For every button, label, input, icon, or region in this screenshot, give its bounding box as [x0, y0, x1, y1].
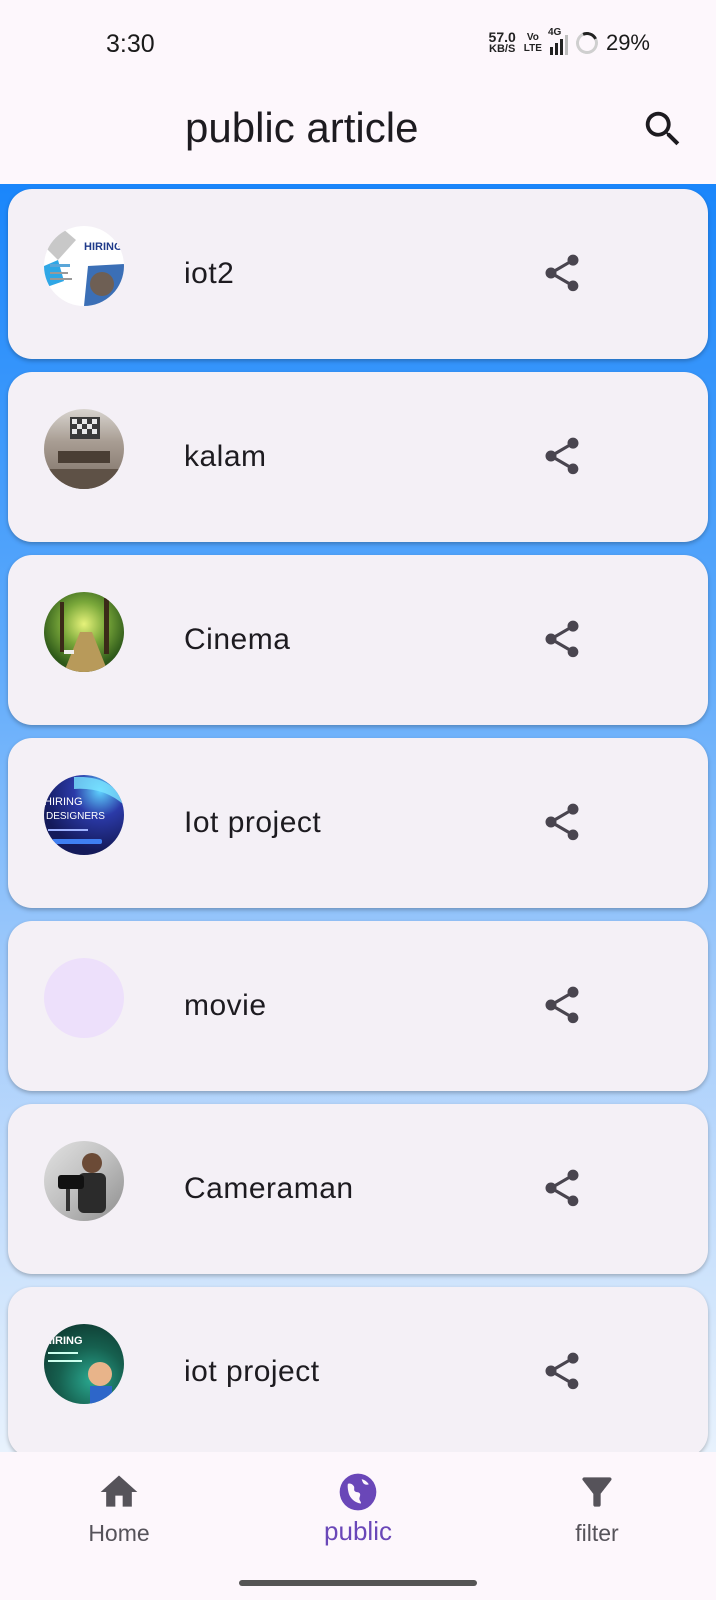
hiring-designers-poster: HIRING DESIGNERS — [44, 776, 124, 844]
share-button[interactable] — [540, 981, 584, 1029]
share-icon — [545, 254, 579, 292]
article-title: Cinema — [184, 623, 291, 656]
signal-bar — [564, 35, 568, 55]
article-avatar: HIRING DESIGNERS — [44, 775, 124, 855]
article-card[interactable]: HIRING iot project — [8, 1287, 708, 1452]
avatar-text: HIRING — [84, 241, 123, 253]
article-avatar — [44, 592, 124, 672]
gesture-bar[interactable] — [239, 1580, 477, 1586]
article-title: Cameraman — [184, 1172, 354, 1205]
article-avatar — [44, 409, 124, 489]
cameraman-photo — [58, 1153, 106, 1213]
avatar-text: DESIGNERS — [46, 811, 105, 822]
nav-item-public[interactable]: public — [298, 1470, 418, 1547]
article-title: kalam — [184, 440, 267, 473]
empty-avatar-placeholder — [44, 958, 124, 1038]
status-indicators: 57.0 KB/S Vo LTE 4G 29% — [488, 27, 650, 58]
hiring-poster-thumbnail: HIRING — [44, 228, 124, 306]
article-title: iot2 — [184, 257, 235, 290]
article-title: iot project — [184, 1355, 320, 1388]
hiring-poster-teal: HIRING — [44, 1335, 112, 1404]
app-bar: public article — [0, 90, 716, 184]
article-avatar: HIRING — [44, 1324, 124, 1404]
network-speed-unit: KB/S — [489, 43, 516, 55]
article-card[interactable]: kalam — [8, 372, 708, 542]
share-button[interactable] — [540, 249, 584, 297]
share-button[interactable] — [540, 1164, 584, 1212]
nav-label-filter: filter — [575, 1520, 619, 1546]
signal-bar — [559, 39, 563, 55]
volte-icon: Vo LTE — [524, 32, 542, 54]
filter-icon — [582, 1477, 612, 1507]
article-card[interactable]: HIRING DESIGNERS Iot project — [8, 738, 708, 908]
article-card[interactable]: Cinema — [8, 555, 708, 725]
nav-item-home[interactable]: Home — [59, 1470, 179, 1547]
volte-top: Vo — [526, 32, 539, 43]
forest-path-photo — [60, 598, 109, 672]
nav-item-filter[interactable]: filter — [537, 1470, 657, 1547]
ceiling-room-photo — [44, 417, 124, 489]
share-button[interactable] — [540, 432, 584, 480]
page-title: public article — [185, 104, 419, 151]
avatar-text: HIRING — [44, 796, 83, 808]
status-time: 3:30 — [106, 30, 155, 58]
status-bar: 3:30 57.0 KB/S Vo LTE 4G 29% — [0, 0, 716, 90]
share-icon — [545, 620, 579, 658]
share-icon — [545, 1352, 579, 1390]
share-icon — [545, 1169, 579, 1207]
network-speed-value: 57.0 — [488, 29, 516, 45]
article-card[interactable]: movie — [8, 921, 708, 1091]
article-list[interactable]: HIRING iot2 kalam Cinema HIRING DESIGNER… — [0, 184, 716, 1452]
share-icon — [545, 803, 579, 841]
network-speed: 57.0 KB/S — [488, 29, 516, 55]
globe-icon — [339, 1473, 377, 1511]
article-card[interactable]: HIRING iot2 — [8, 189, 708, 359]
search-icon — [645, 111, 680, 146]
article-avatar: HIRING — [44, 226, 124, 306]
share-button[interactable] — [540, 798, 584, 846]
avatar-text: HIRING — [44, 1335, 83, 1347]
volte-bottom: LTE — [523, 43, 542, 54]
article-card[interactable]: Cameraman — [8, 1104, 708, 1274]
bottom-navigation: Home public filter — [0, 1452, 716, 1600]
battery-percent: 29% — [605, 30, 650, 55]
signal-bar — [549, 47, 553, 55]
share-icon — [545, 986, 579, 1024]
network-type: 4G — [547, 27, 562, 38]
article-title: Iot project — [184, 806, 322, 839]
share-button[interactable] — [540, 1347, 584, 1395]
article-avatar — [44, 1141, 124, 1221]
article-title: movie — [184, 989, 267, 1022]
signal-bar — [554, 43, 558, 55]
share-button[interactable] — [540, 615, 584, 663]
battery-icon — [572, 28, 602, 58]
share-icon — [545, 437, 579, 475]
home-icon — [100, 1475, 138, 1507]
search-button[interactable] — [640, 106, 686, 152]
signal-icon: 4G — [548, 27, 568, 55]
nav-label-home: Home — [88, 1520, 150, 1546]
nav-label-public: public — [324, 1516, 392, 1546]
